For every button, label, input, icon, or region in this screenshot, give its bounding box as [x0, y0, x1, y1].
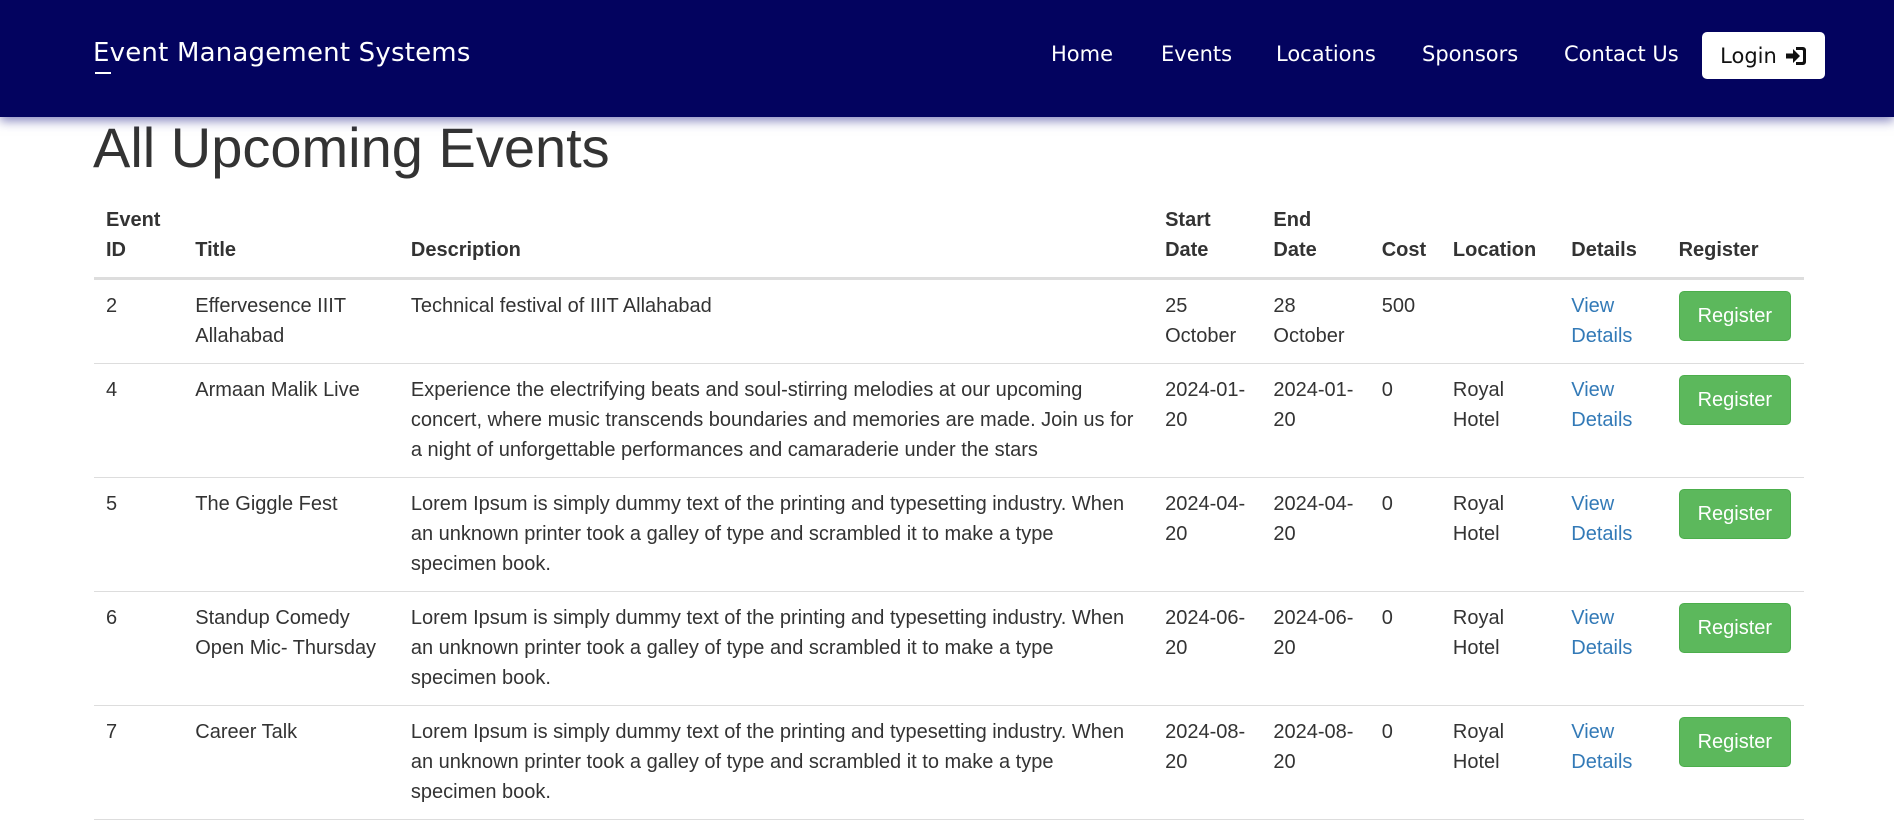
cell-start-date: 2024-01-20	[1153, 363, 1262, 478]
cell-description: Technical festival of IIIT Allahabad	[398, 278, 1154, 364]
cell-location	[1440, 278, 1560, 364]
cell-start-date: 25 October	[1153, 278, 1262, 364]
view-details-link[interactable]: View Details	[1571, 607, 1632, 659]
cell-details: View Details	[1559, 705, 1667, 820]
header-location: Location	[1440, 203, 1560, 280]
login-label: Login	[1720, 43, 1777, 68]
cell-event-id: 6	[94, 591, 184, 706]
view-details-link[interactable]: View Details	[1571, 379, 1632, 431]
cell-cost: 500	[1369, 278, 1441, 364]
table-row: 6 Standup Comedy Open Mic- Thursday Lore…	[94, 591, 1804, 706]
cell-end-date: 2024-04-20	[1261, 477, 1370, 592]
nav-link-home[interactable]: Home	[1051, 42, 1113, 66]
table-header-row: Event ID Title Description Start Date En…	[94, 203, 1804, 280]
cell-location: Royal Hotel	[1440, 363, 1560, 478]
cell-description: Lorem Ipsum is simply dummy text of the …	[398, 477, 1154, 592]
cell-title: Standup Comedy Open Mic- Thursday	[183, 591, 399, 706]
nav-link-sponsors[interactable]: Sponsors	[1422, 42, 1518, 66]
header-register: Register	[1666, 203, 1804, 280]
cell-location: Royal Hotel	[1440, 591, 1560, 706]
cell-title: Armaan Malik Live	[183, 363, 399, 478]
sign-in-icon	[1785, 46, 1807, 66]
cell-register: Register	[1666, 363, 1804, 478]
cell-description: Lorem Ipsum is simply dummy text of the …	[398, 591, 1154, 706]
table-row: 7 Career Talk Lorem Ipsum is simply dumm…	[94, 705, 1804, 820]
header-start-date: Start Date	[1153, 203, 1262, 280]
cell-location: Royal Hotel	[1440, 477, 1560, 592]
cell-register: Register	[1666, 278, 1804, 364]
cell-register: Register	[1666, 591, 1804, 706]
page-title: All Upcoming Events	[93, 116, 610, 179]
table-row: 2 Effervesence IIIT Allahabad Technical …	[94, 278, 1804, 364]
register-button[interactable]: Register	[1678, 291, 1792, 341]
top-navbar: Event Management Systems Home Events Loc…	[0, 0, 1894, 117]
cell-end-date: 2024-01-20	[1261, 363, 1370, 478]
brand-underline	[95, 72, 111, 74]
cell-details: View Details	[1559, 278, 1667, 364]
register-button[interactable]: Register	[1678, 489, 1792, 539]
register-button[interactable]: Register	[1678, 375, 1792, 425]
cell-start-date: 2024-04-20	[1153, 477, 1262, 592]
cell-end-date: 2024-06-20	[1261, 591, 1370, 706]
cell-register: Register	[1666, 705, 1804, 820]
view-details-link[interactable]: View Details	[1571, 295, 1632, 347]
header-event-id: Event ID	[94, 203, 184, 280]
cell-cost: 0	[1369, 363, 1441, 478]
cell-start-date: 2024-06-20	[1153, 591, 1262, 706]
header-title: Title	[183, 203, 399, 280]
cell-cost: 0	[1369, 705, 1441, 820]
login-button[interactable]: Login	[1702, 32, 1825, 79]
register-button[interactable]: Register	[1678, 603, 1792, 653]
cell-start-date: 2024-08-20	[1153, 705, 1262, 820]
cell-cost: 0	[1369, 591, 1441, 706]
header-cost: Cost	[1369, 203, 1441, 280]
cell-register: Register	[1666, 477, 1804, 592]
cell-details: View Details	[1559, 477, 1667, 592]
brand-logo[interactable]: Event Management Systems	[93, 38, 471, 68]
cell-details: View Details	[1559, 363, 1667, 478]
register-button[interactable]: Register	[1678, 717, 1792, 767]
view-details-link[interactable]: View Details	[1571, 493, 1632, 545]
cell-title: The Giggle Fest	[183, 477, 399, 592]
cell-end-date: 2024-08-20	[1261, 705, 1370, 820]
header-description: Description	[398, 203, 1154, 280]
cell-description: Lorem Ipsum is simply dummy text of the …	[398, 705, 1154, 820]
cell-event-id: 4	[94, 363, 184, 478]
table-row: 4 Armaan Malik Live Experience the elect…	[94, 363, 1804, 478]
cell-title: Effervesence IIIT Allahabad	[183, 278, 399, 364]
cell-title: Career Talk	[183, 705, 399, 820]
cell-event-id: 5	[94, 477, 184, 592]
cell-event-id: 2	[94, 278, 184, 364]
cell-location: Royal Hotel	[1440, 705, 1560, 820]
header-details: Details	[1559, 203, 1667, 280]
header-end-date: End Date	[1261, 203, 1370, 280]
nav-link-locations[interactable]: Locations	[1276, 42, 1376, 66]
cell-event-id: 7	[94, 705, 184, 820]
table-row: 5 The Giggle Fest Lorem Ipsum is simply …	[94, 477, 1804, 592]
nav-link-events[interactable]: Events	[1161, 42, 1232, 66]
cell-cost: 0	[1369, 477, 1441, 592]
nav-link-contact-us[interactable]: Contact Us	[1564, 42, 1679, 66]
view-details-link[interactable]: View Details	[1571, 721, 1632, 773]
cell-end-date: 28 October	[1261, 278, 1370, 364]
events-table: Event ID Title Description Start Date En…	[94, 203, 1804, 820]
cell-description: Experience the electrifying beats and so…	[398, 363, 1154, 478]
cell-details: View Details	[1559, 591, 1667, 706]
